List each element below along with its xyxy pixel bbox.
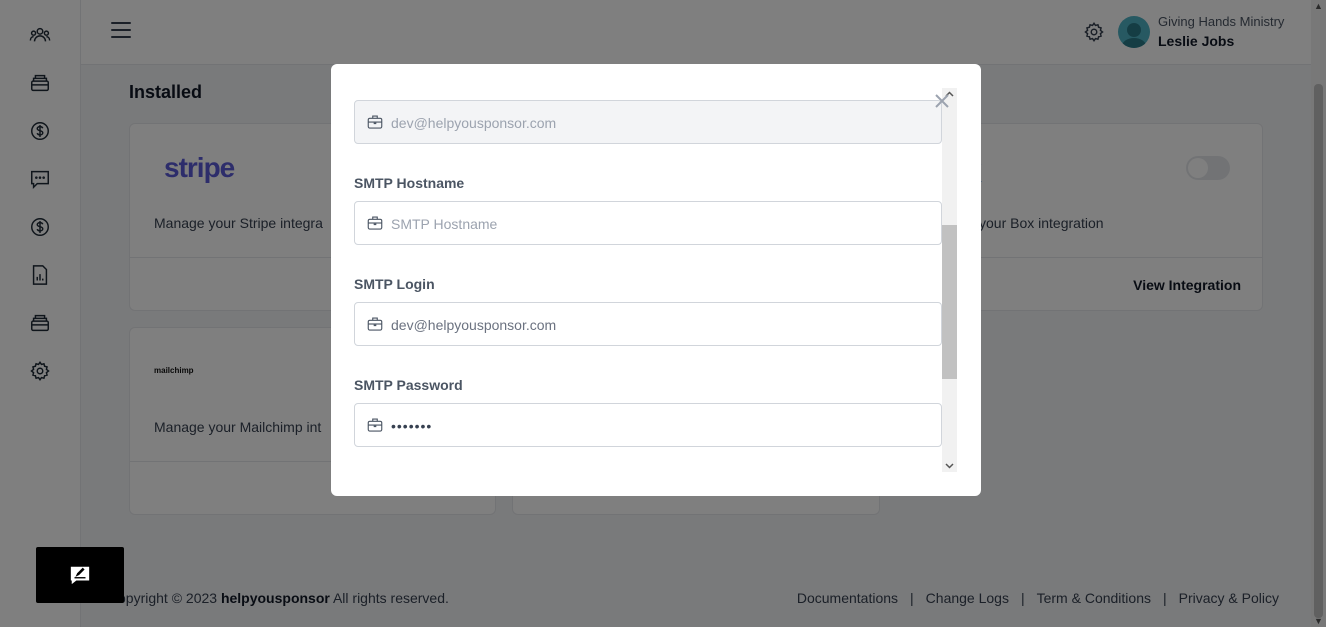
smtp-hostname-field[interactable] [354, 201, 942, 245]
briefcase-icon [366, 416, 384, 434]
compose-message-icon [70, 566, 90, 585]
smtp-password-field[interactable] [354, 403, 942, 447]
chat-launcher-button[interactable] [36, 547, 124, 603]
close-icon[interactable] [934, 93, 950, 109]
smtp-password-input[interactable] [391, 414, 931, 438]
scroll-thumb[interactable] [942, 225, 957, 379]
modal-scrollbar[interactable] [942, 88, 957, 472]
scroll-down-icon[interactable] [945, 461, 954, 470]
smtp-login-input[interactable] [391, 313, 931, 337]
briefcase-icon [366, 113, 384, 131]
briefcase-icon [366, 214, 384, 232]
briefcase-icon [366, 315, 384, 333]
smtp-login-label: SMTP Login [354, 276, 435, 292]
smtp-password-label: SMTP Password [354, 377, 463, 393]
email-field[interactable] [354, 100, 942, 144]
email-input[interactable] [391, 111, 931, 135]
smtp-hostname-input[interactable] [391, 212, 931, 236]
smtp-login-field[interactable] [354, 302, 942, 346]
smtp-settings-modal: SMTP Hostname SMTP Login SMTP Password [331, 64, 981, 496]
smtp-hostname-label: SMTP Hostname [354, 175, 465, 191]
